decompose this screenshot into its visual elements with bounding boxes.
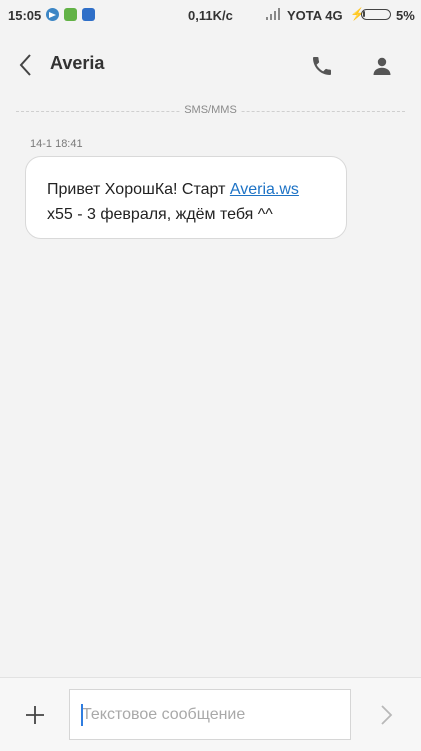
- carrier-label: YOTA 4G: [287, 8, 343, 23]
- plus-icon[interactable]: [22, 702, 48, 728]
- message-bubble[interactable]: Привет ХорошКа! Старт Averia.ws x55 - 3 …: [25, 156, 347, 239]
- message-input[interactable]: [69, 689, 351, 740]
- contact-icon[interactable]: [370, 54, 394, 78]
- signal-icon: [265, 7, 283, 21]
- blue-app-icon: [82, 8, 95, 21]
- message-text-continued: x55 - 3 февраля, ждём тебя ^^: [47, 206, 273, 223]
- back-arrow-icon[interactable]: [16, 52, 36, 78]
- telegram-icon: [46, 8, 59, 21]
- battery-percent: 5%: [396, 8, 415, 23]
- conversation-title: Averia: [50, 53, 105, 73]
- network-speed: 0,11K/c: [188, 8, 233, 23]
- separator-label: SMS/MMS: [180, 104, 241, 116]
- green-app-icon: [64, 8, 77, 21]
- conversation-header: Averia: [0, 30, 421, 100]
- send-icon[interactable]: [377, 703, 395, 727]
- battery-icon: [361, 9, 391, 20]
- status-bar: 15:05 0,11K/c YOTA 4G ⚡ 5%: [0, 0, 421, 30]
- text-caret: [81, 704, 83, 726]
- status-time: 15:05: [8, 8, 42, 23]
- message-type-separator: SMS/MMS: [16, 104, 405, 118]
- message-timestamp: 14-1 18:41: [30, 138, 83, 150]
- message-composer: [0, 677, 421, 751]
- message-text: Привет ХорошКа! Старт: [47, 181, 230, 198]
- phone-icon[interactable]: [310, 54, 334, 78]
- notification-icons: [46, 8, 95, 21]
- message-link[interactable]: Averia.ws: [230, 181, 299, 198]
